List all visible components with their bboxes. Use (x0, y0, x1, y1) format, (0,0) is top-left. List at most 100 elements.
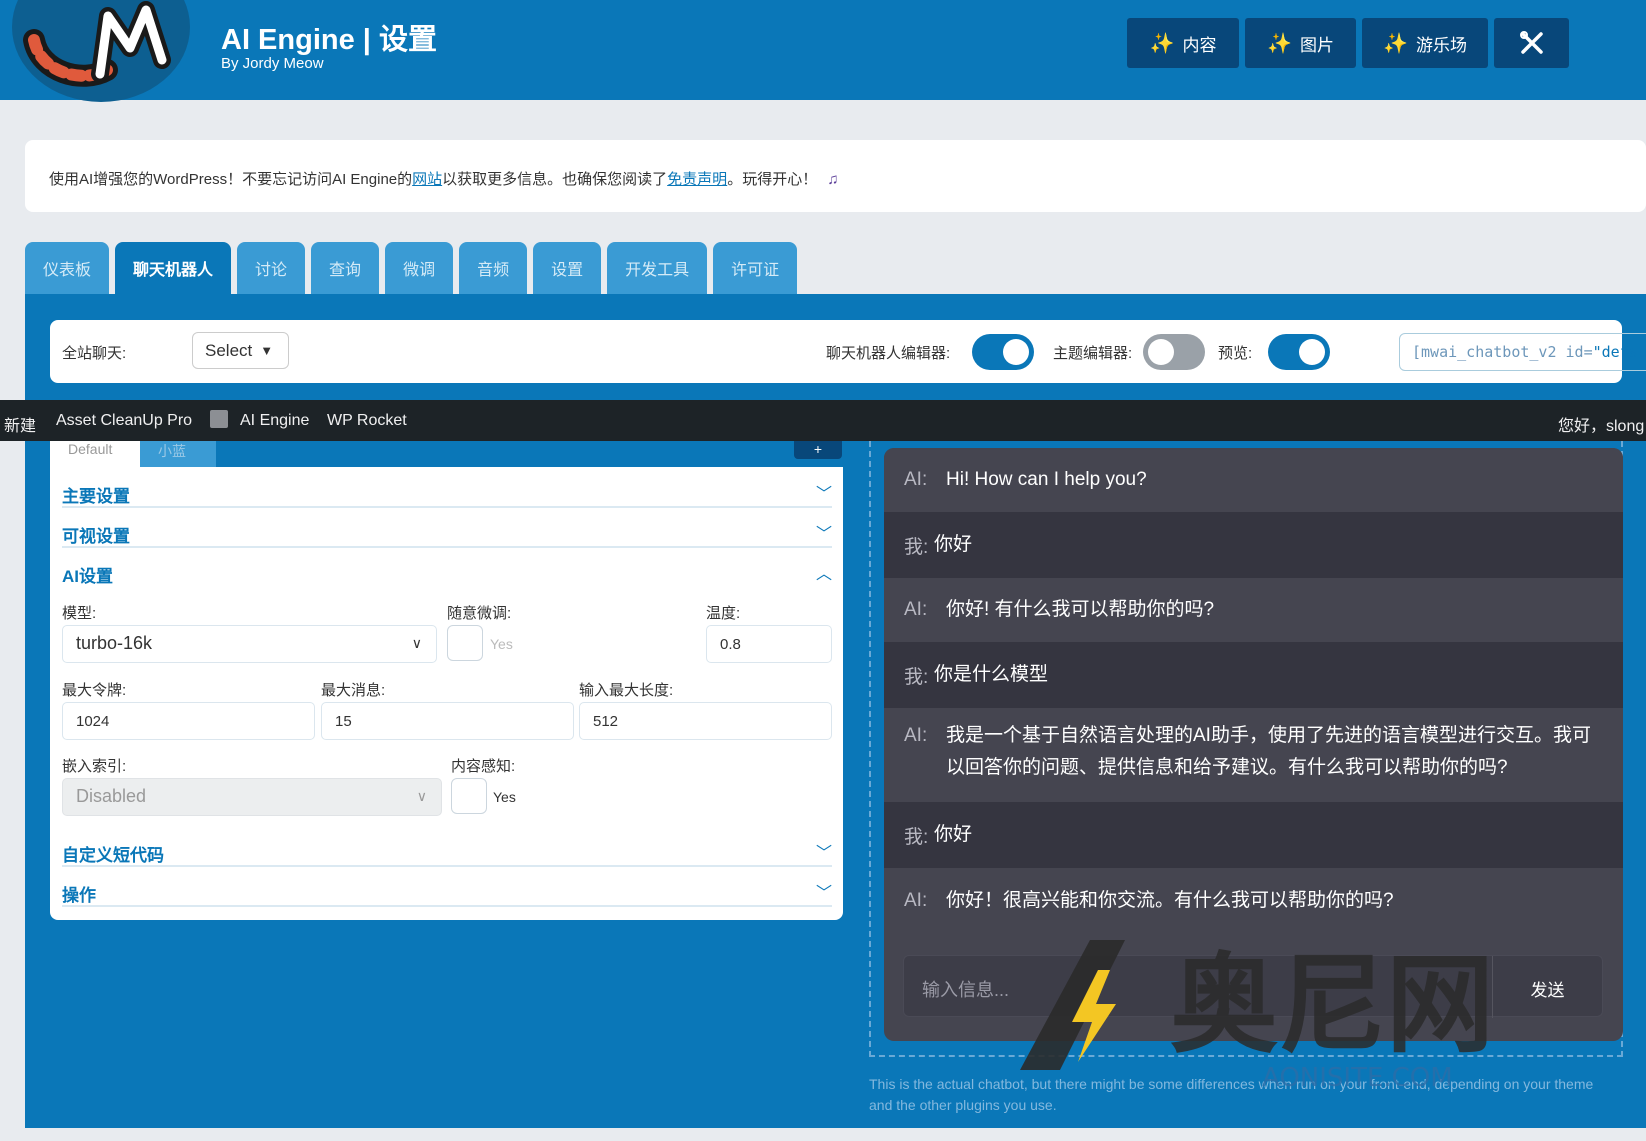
input-max-length-label: 输入最大长度: (579, 682, 674, 699)
model-select[interactable]: turbo-16k ∨ (62, 625, 437, 663)
tab-discussions[interactable]: 讨论 (237, 242, 306, 294)
wp-admin-bar: 新建 Asset CleanUp Pro AI Engine WP Rocket… (0, 400, 1646, 441)
admin-asset-cleanup[interactable]: Asset CleanUp Pro (56, 412, 192, 430)
context-aware-yes: Yes (493, 789, 516, 805)
message-author: 我: (904, 536, 929, 558)
max-messages-input[interactable]: 15 (321, 702, 574, 740)
embeddings-select[interactable]: Disabled ∨ (62, 778, 442, 816)
add-chatbot-button[interactable]: + (794, 441, 842, 459)
tab-audio[interactable]: 音频 (459, 242, 528, 294)
shortcode-prefix: [mwai_chatbot_v2 id= (1412, 343, 1593, 361)
preview-toggle[interactable] (1268, 334, 1330, 370)
subtab-default[interactable]: Default (50, 441, 140, 467)
preview-label: 预览: (1218, 345, 1253, 362)
section-visual-title: 可视设置 (62, 527, 130, 546)
site-chat-label: 全站聊天: (62, 345, 127, 362)
chat-input[interactable]: 输入信息... 发送 (903, 955, 1603, 1018)
site-chat-select[interactable]: Select ▼ (192, 332, 289, 369)
message-text: Hi! How can I help you? (946, 469, 1147, 490)
disclaimer-link[interactable]: 免责声明 (667, 171, 727, 188)
chatbot-toolbar: 全站聊天: Select ▼ 聊天机器人编辑器: 主题编辑器: 预览: [mwa… (50, 320, 1646, 383)
chevron-down-icon: ﹀ (815, 526, 832, 543)
casually-finetuned-yes: Yes (490, 636, 513, 652)
embeddings-value: Disabled (76, 786, 147, 806)
message-text: 你好! 有什么我可以帮助你的吗? (946, 599, 1215, 620)
meow-logo (12, 0, 190, 102)
tab-settings[interactable]: 设置 (533, 242, 602, 294)
chatbot-preview: AI: Hi! How can I help you? 我: 你好 AI: 你好… (884, 448, 1623, 1041)
chevron-down-icon: ▼ (260, 343, 274, 358)
tab-queries[interactable]: 查询 (311, 242, 380, 294)
tab-finetune[interactable]: 微调 (385, 242, 454, 294)
casually-finetuned-checkbox[interactable] (447, 625, 483, 661)
message-text: 我是一个基于自然语言处理的AI助手，使用了先进的语言模型进行交互。我可以回答你的… (946, 725, 1591, 778)
chat-message: AI: Hi! How can I help you? (884, 448, 1623, 512)
tab-license[interactable]: 许可证 (713, 242, 798, 294)
tools-icon (1519, 31, 1543, 54)
chat-message: AI: 我是一个基于自然语言处理的AI助手，使用了先进的语言模型进行交互。我可以… (884, 708, 1623, 802)
max-tokens-input[interactable]: 1024 (62, 702, 315, 740)
app-title: AI Engine | 设置 (221, 24, 437, 56)
input-max-length-input[interactable]: 512 (579, 702, 832, 740)
send-button[interactable]: 发送 (1492, 956, 1602, 1018)
chatbot-editor-label: 聊天机器人编辑器: (826, 345, 951, 362)
shortcode-display[interactable]: [mwai_chatbot_v2 id="default"] (1399, 333, 1646, 371)
section-actions-title: 操作 (62, 886, 96, 905)
notice-text-3: 。玩得开心！ (727, 171, 818, 188)
admin-new[interactable]: 新建 (4, 412, 36, 436)
theme-editor-toggle[interactable] (1143, 334, 1205, 370)
section-actions[interactable]: 操作 ﹀ (62, 867, 832, 907)
temperature-label: 温度: (706, 605, 741, 622)
tab-dashboard[interactable]: 仪表板 (25, 242, 110, 294)
subtab-xiaolan[interactable]: 小蓝 (140, 441, 216, 467)
chevron-down-icon: ﹀ (815, 885, 832, 902)
content-button[interactable]: ✨ 内容 (1127, 18, 1239, 68)
chat-message: 我: 你好 (884, 512, 1623, 578)
magic-wand-icon: ✨ (1267, 32, 1292, 55)
admin-wp-rocket[interactable]: WP Rocket (327, 412, 407, 430)
section-shortcode-title: 自定义短代码 (62, 846, 164, 865)
casually-finetuned-label: 随意微调: (447, 605, 512, 622)
section-main[interactable]: 主要设置 ﹀ (62, 468, 832, 508)
chevron-down-icon: ∨ (411, 635, 422, 651)
section-ai[interactable]: AI设置 ︿ (62, 548, 832, 588)
ai-engine-icon (210, 410, 228, 428)
model-label: 模型: (62, 605, 97, 622)
message-author: 我: (904, 826, 929, 848)
notice-text-1: 使用AI增强您的WordPress！不要忘记访问AI Engine的 (49, 171, 413, 188)
embeddings-label: 嵌入索引: (62, 758, 127, 775)
music-note-icon: ♫ (827, 171, 839, 188)
chat-message: 我: 你是什么模型 (884, 642, 1623, 708)
message-text: 你好 (934, 824, 973, 845)
temperature-input[interactable]: 0.8 (706, 625, 832, 663)
message-author: 我: (904, 666, 929, 688)
tab-chatbot[interactable]: 聊天机器人 (115, 242, 232, 294)
message-text: 你好 (934, 534, 973, 555)
shortcode-id: "default" (1592, 343, 1646, 361)
theme-editor-label: 主题编辑器: (1053, 345, 1133, 362)
chevron-down-icon: ﹀ (815, 845, 832, 862)
section-custom-shortcode[interactable]: 自定义短代码 ﹀ (62, 827, 832, 867)
admin-ai-engine[interactable]: AI Engine (240, 412, 309, 430)
preview-footnote: This is the actual chatbot, but there mi… (869, 1076, 1594, 1113)
site-chat-value: Select (205, 340, 253, 360)
chevron-down-icon: ∨ (416, 788, 427, 804)
tools-button[interactable] (1494, 18, 1569, 68)
chat-message: AI: 你好！很高兴能和你交流。有什么我可以帮助你的吗? (884, 868, 1623, 934)
website-link[interactable]: 网站 (412, 171, 442, 188)
app-header: AI Engine | 设置 By Jordy Meow ✨ 内容 ✨ 图片 ✨… (0, 0, 1646, 102)
images-button[interactable]: ✨ 图片 (1245, 18, 1356, 68)
chevron-up-icon: ︿ (815, 566, 832, 583)
magic-wand-icon: ✨ (1383, 32, 1408, 55)
chat-message: AI: 你好! 有什么我可以帮助你的吗? (884, 578, 1623, 642)
context-aware-checkbox[interactable] (451, 778, 487, 814)
max-tokens-label: 最大令牌: (62, 682, 127, 699)
playground-button[interactable]: ✨ 游乐场 (1362, 18, 1488, 68)
app-subtitle: By Jordy Meow (221, 55, 324, 72)
admin-greeting[interactable]: 您好，slong (1558, 412, 1644, 436)
tab-devtools[interactable]: 开发工具 (607, 242, 708, 294)
playground-button-label: 游乐场 (1415, 35, 1467, 55)
section-visual[interactable]: 可视设置 ﹀ (62, 508, 832, 548)
chatbot-editor-toggle[interactable] (972, 334, 1034, 370)
section-ai-title: AI设置 (62, 567, 113, 586)
